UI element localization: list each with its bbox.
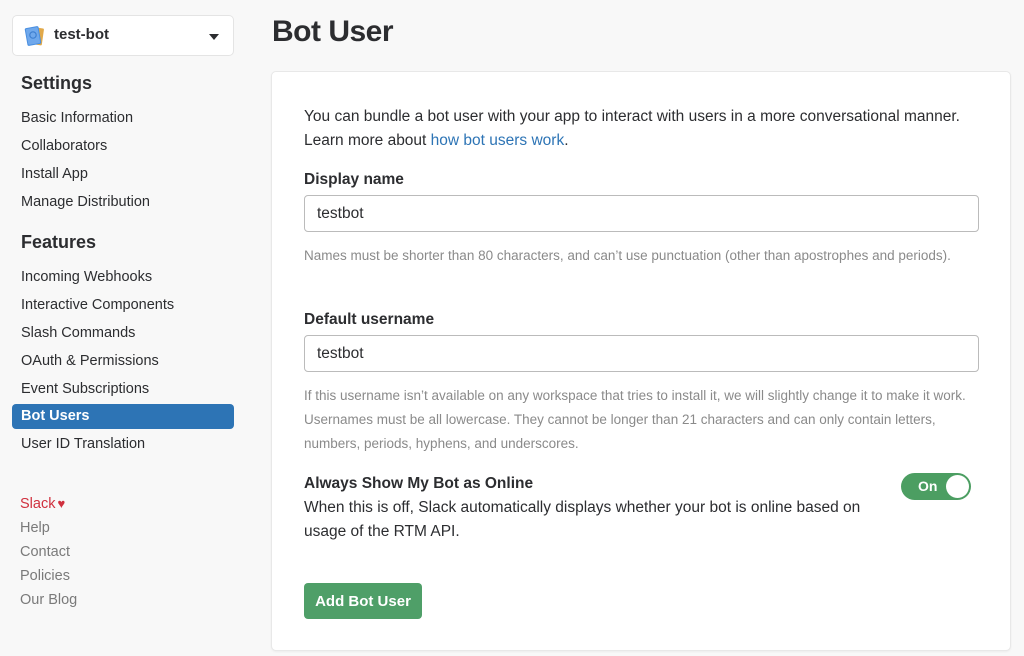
how-bot-users-work-link[interactable]: how bot users work	[431, 132, 565, 149]
display-name-label: Display name	[304, 171, 404, 188]
default-username-input[interactable]	[304, 335, 979, 372]
footer-link-contact[interactable]: Contact	[20, 544, 70, 560]
sidebar-item-slash-commands[interactable]: Slash Commands	[12, 321, 234, 346]
sidebar-item-manage-distribution[interactable]: Manage Distribution	[12, 190, 234, 215]
footer-link-policies[interactable]: Policies	[20, 568, 70, 584]
intro-text-body: You can bundle a bot user with your app …	[304, 108, 960, 149]
sidebar-item-interactive-components[interactable]: Interactive Components	[12, 293, 234, 318]
toggle-state-label: On	[918, 478, 938, 494]
display-name-input[interactable]	[304, 195, 979, 232]
app-name: test-bot	[54, 26, 109, 43]
always-online-title: Always Show My Bot as Online	[304, 475, 534, 492]
chevron-down-icon	[209, 34, 219, 40]
always-online-toggle[interactable]: On	[901, 473, 971, 500]
heart-icon: ♥	[57, 496, 66, 511]
display-name-hint: Names must be shorter than 80 characters…	[304, 248, 951, 263]
intro-text-end: .	[564, 132, 569, 149]
features-section-title: Features	[21, 232, 97, 252]
always-online-description: When this is off, Slack automatically di…	[304, 499, 861, 540]
app-book-icon	[23, 24, 47, 48]
bot-user-card: You can bundle a bot user with your app …	[271, 71, 1011, 651]
page-title: Bot User	[272, 15, 394, 48]
add-bot-user-button[interactable]: Add Bot User	[304, 583, 422, 619]
sidebar-item-incoming-webhooks[interactable]: Incoming Webhooks	[12, 265, 234, 290]
settings-section-title: Settings	[21, 73, 93, 93]
sidebar-item-bot-users[interactable]: Bot Users	[12, 404, 234, 429]
sidebar-item-collaborators[interactable]: Collaborators	[12, 134, 234, 159]
sidebar-item-event-subscriptions[interactable]: Event Subscriptions	[12, 377, 234, 402]
sidebar-item-basic-information[interactable]: Basic Information	[12, 106, 234, 131]
intro-text: You can bundle a bot user with your app …	[304, 105, 984, 153]
footer-link-slack[interactable]: Slack ♥	[20, 496, 65, 512]
toggle-knob	[946, 475, 969, 498]
app-switcher-dropdown[interactable]: test-bot	[12, 15, 234, 56]
sidebar-item-install-app[interactable]: Install App	[12, 162, 234, 187]
sidebar-item-user-id-translation[interactable]: User ID Translation	[12, 432, 234, 457]
footer-link-our-blog[interactable]: Our Blog	[20, 592, 77, 608]
sidebar: test-bot Settings Basic Information Coll…	[0, 0, 250, 656]
default-username-hint: If this username isn’t available on any …	[304, 388, 966, 451]
footer-link-help[interactable]: Help	[20, 520, 50, 536]
sidebar-item-oauth-permissions[interactable]: OAuth & Permissions	[12, 349, 234, 374]
default-username-label: Default username	[304, 311, 435, 328]
footer-link-slack-label: Slack	[20, 496, 56, 512]
